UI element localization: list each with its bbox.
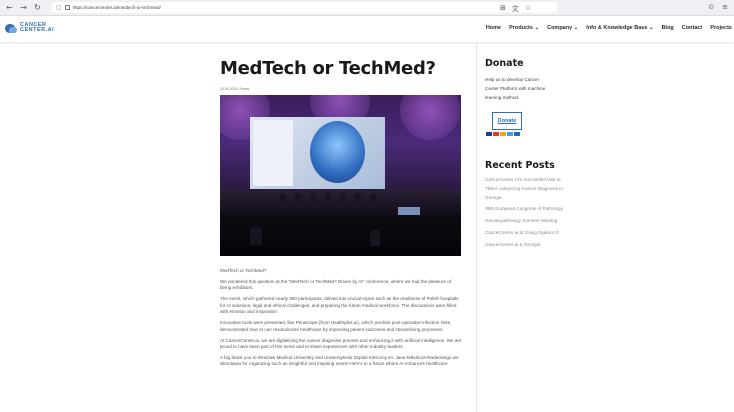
nav-company[interactable]: Company ⌄ [547,25,578,31]
nav-home[interactable]: Home [486,25,501,31]
nav-contact[interactable]: Contact [682,25,702,31]
main-nav: Home Products ⌄ Company ⌄ Info & Knowled… [486,25,732,31]
reload-icon[interactable]: ↻ [33,3,42,12]
sidebar-divider [476,42,477,412]
nav-info-knowledge-base[interactable]: Info & Knowledge Base ⌄ [586,25,653,31]
donate-title: Donate [485,58,524,69]
logo-text-line2: CENTER.AI [20,27,55,33]
logo-mark-icon [5,23,17,33]
article-title: MedTech or TechMed? [220,58,436,79]
article-hero-image [220,95,461,256]
recent-post-link[interactable]: CancerCenter.ai at Going Digital 4.0 [485,229,565,238]
nav-blog[interactable]: Blog [662,25,674,31]
recent-post-link[interactable]: CancerCenter.ai & Georgia [485,241,565,250]
donate-description: Help us to develop Cancer Center Platfor… [485,77,546,100]
article-paragraph: Innovative tools were presented, like Pe… [220,320,452,332]
menu-icon[interactable]: ≡ [722,3,728,11]
recent-post-link[interactable]: 35th European Congress of Pathology [485,205,565,214]
lock-icon [64,5,70,10]
grid-icon[interactable]: ⊞ [500,4,506,14]
recent-post-link[interactable]: Hematopathology Summer Meeting [485,217,565,226]
article-paragraph: The event, which gathered nearly 300 par… [220,296,459,315]
article-paragraph: At CancerCenter.ai, we are digitalizing … [220,337,462,350]
nav-projects[interactable]: Projects [710,25,732,31]
donate-button[interactable]: Donate [492,112,522,130]
nav-products[interactable]: Products ⌄ [509,25,539,31]
payment-card-icon [507,132,513,136]
payment-cards [486,132,520,136]
account-icon[interactable]: ⊙ [708,3,714,11]
payment-card-icon [486,132,492,136]
forward-arrow-icon[interactable]: → [19,3,28,12]
url-text: https://cancercenter.ai/medtech-or-techm… [72,5,161,10]
donate-button-label: Donate [497,118,517,124]
translate-icon[interactable]: 文 [512,4,519,14]
back-arrow-icon[interactable]: ← [5,3,14,12]
browser-toolbar: ← → ↻ ▢ https://cancercenter.ai/medtech-… [0,0,734,16]
address-bar[interactable]: ▢ https://cancercenter.ai/medtech-or-tec… [52,2,557,13]
payment-card-icon [493,132,499,136]
site-header: CANCER CENTER.AI Home Products ⌄ Company… [0,17,734,42]
site-logo[interactable]: CANCER CENTER.AI [5,22,55,33]
recent-posts-title: Recent Posts [485,160,555,171]
article-paragraph: MedTech or TechMed? [220,268,267,273]
bookmark-star-icon[interactable]: ☆ [525,4,531,14]
shield-icon: ▢ [56,4,62,11]
donate-widget-title: Donate [485,58,565,69]
recent-post-link[interactable]: CancerCenter.AI's Successful Visit to Tb… [485,176,565,202]
article-paragraph: A big thank you to Wroclaw Medical Unive… [220,354,459,367]
payment-card-icon [514,132,520,136]
article-meta: 29.05.2024 | News [220,87,250,91]
article-body: MedTech or TechMed? We pondered this que… [220,268,462,372]
article-paragraph: We pondered this question at the "MedTec… [220,278,452,291]
payment-card-icon [500,132,506,136]
stage-screen [250,117,385,189]
recent-posts-list: CancerCenter.AI's Successful Visit to Tb… [485,176,565,253]
